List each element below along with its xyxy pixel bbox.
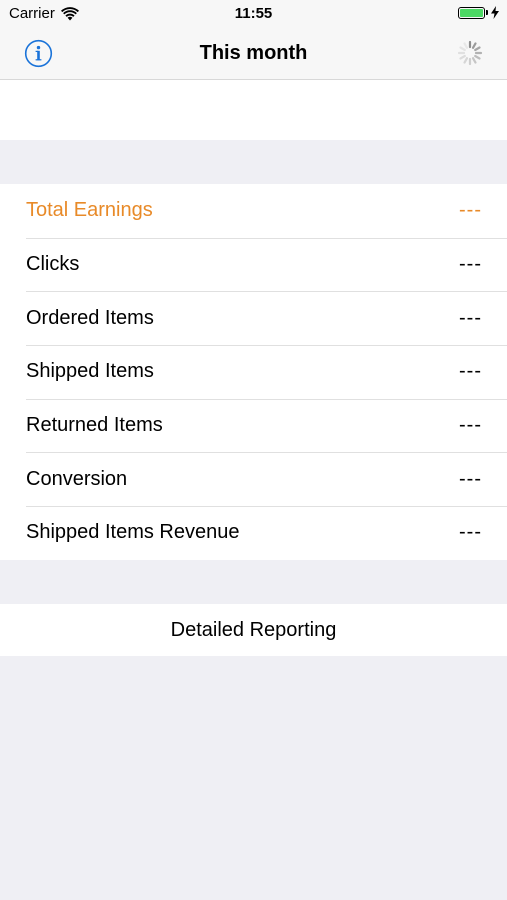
battery-indicator [458, 6, 499, 19]
stat-value: --- [459, 360, 482, 383]
stat-value: --- [459, 467, 482, 490]
stat-row[interactable]: Returned Items --- [0, 398, 507, 453]
battery-icon [458, 6, 485, 19]
stat-value: --- [459, 414, 482, 437]
status-time: 11:55 [234, 5, 273, 22]
stat-value: --- [459, 253, 482, 276]
stat-label: Clicks [26, 253, 80, 276]
summary-header-cell [0, 80, 507, 140]
stat-row[interactable]: Shipped Items --- [0, 345, 507, 399]
stat-label: Total Earnings [26, 199, 153, 222]
stat-label: Shipped Items Revenue [26, 521, 240, 544]
battery-tip [486, 10, 488, 15]
stat-value: --- [459, 199, 482, 222]
page-title: This month [199, 42, 308, 64]
stat-row[interactable]: Clicks --- [0, 237, 507, 292]
stat-label: Shipped Items [26, 360, 154, 383]
stat-row[interactable]: Shipped Items Revenue --- [0, 506, 507, 560]
status-bar: Carrier 11:55 [0, 0, 507, 28]
stats-list: Total Earnings --- Clicks --- Ordered Items -… [0, 184, 507, 560]
stat-label: Ordered Items [26, 306, 154, 329]
stat-value: --- [459, 306, 482, 329]
bolt-icon [491, 6, 499, 19]
battery-level-fill [460, 8, 483, 17]
detailed-reporting-label: Detailed Reporting [170, 618, 337, 641]
stat-label: Returned Items [26, 414, 163, 437]
stat-row[interactable]: Conversion --- [0, 452, 507, 506]
stat-row[interactable]: Total Earnings --- [0, 184, 507, 238]
navigation-bar: This month [0, 28, 507, 80]
stat-row[interactable]: Ordered Items --- [0, 291, 507, 345]
stat-value: --- [459, 521, 482, 544]
activity-spinner-icon [457, 40, 483, 66]
detailed-reporting-button[interactable]: Detailed Reporting [0, 604, 507, 656]
stat-label: Conversion [26, 467, 128, 490]
